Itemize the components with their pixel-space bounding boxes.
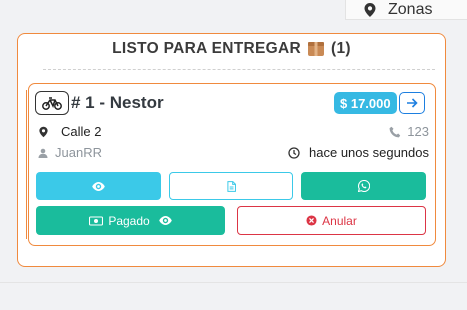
- file-icon: [226, 180, 236, 192]
- money-icon: [89, 215, 104, 226]
- package-icon: [307, 40, 325, 58]
- advance-order-button[interactable]: [399, 92, 425, 114]
- user-row: JuanRR: [37, 145, 102, 160]
- clock-icon: [288, 146, 300, 159]
- phone-icon: [389, 126, 401, 138]
- user-text: JuanRR: [55, 145, 102, 160]
- phone-text: 123: [407, 124, 429, 139]
- user-icon: [37, 148, 49, 158]
- delivery-type-button[interactable]: [35, 91, 69, 115]
- column-title: LISTO PARA ENTREGAR: [112, 40, 301, 57]
- x-circle-icon: [306, 215, 317, 226]
- whatsapp-icon: [357, 180, 370, 192]
- zonas-label: Zonas: [388, 0, 433, 18]
- whatsapp-button[interactable]: [301, 172, 426, 200]
- map-pin-icon: [364, 2, 378, 17]
- time-row: hace unos segundos: [288, 145, 429, 160]
- cancel-order-button[interactable]: Anular: [237, 206, 426, 235]
- column-count: (1): [331, 40, 351, 57]
- order-card: # 1 - Nestor $ 17.000 Calle 2 123 JuanRR: [26, 83, 436, 246]
- map-pin-icon: [37, 126, 49, 138]
- document-button[interactable]: [169, 172, 293, 200]
- divider: [43, 69, 435, 70]
- status-column-ready: LISTO PARA ENTREGAR (1) # 1 - Nestor $ 1…: [17, 33, 446, 267]
- arrow-right-icon: [406, 98, 418, 108]
- view-order-button[interactable]: [36, 172, 161, 200]
- time-text: hace unos segundos: [309, 145, 429, 160]
- zonas-tab[interactable]: Zonas: [345, 0, 467, 20]
- address-row: Calle 2: [37, 124, 101, 139]
- paid-label: Pagado: [108, 213, 150, 228]
- address-text: Calle 2: [61, 124, 102, 139]
- price-badge: $ 17.000: [334, 92, 397, 114]
- order-title: # 1 - Nestor: [71, 93, 164, 112]
- eye-icon: [158, 216, 172, 225]
- bicycle-icon: [42, 96, 62, 110]
- paid-button[interactable]: Pagado: [36, 206, 225, 235]
- eye-icon: [92, 181, 105, 191]
- phone-row: 123: [389, 124, 429, 139]
- column-header: LISTO PARA ENTREGAR (1): [18, 40, 445, 58]
- bottom-divider: [0, 282, 467, 283]
- cancel-label: Anular: [322, 213, 357, 228]
